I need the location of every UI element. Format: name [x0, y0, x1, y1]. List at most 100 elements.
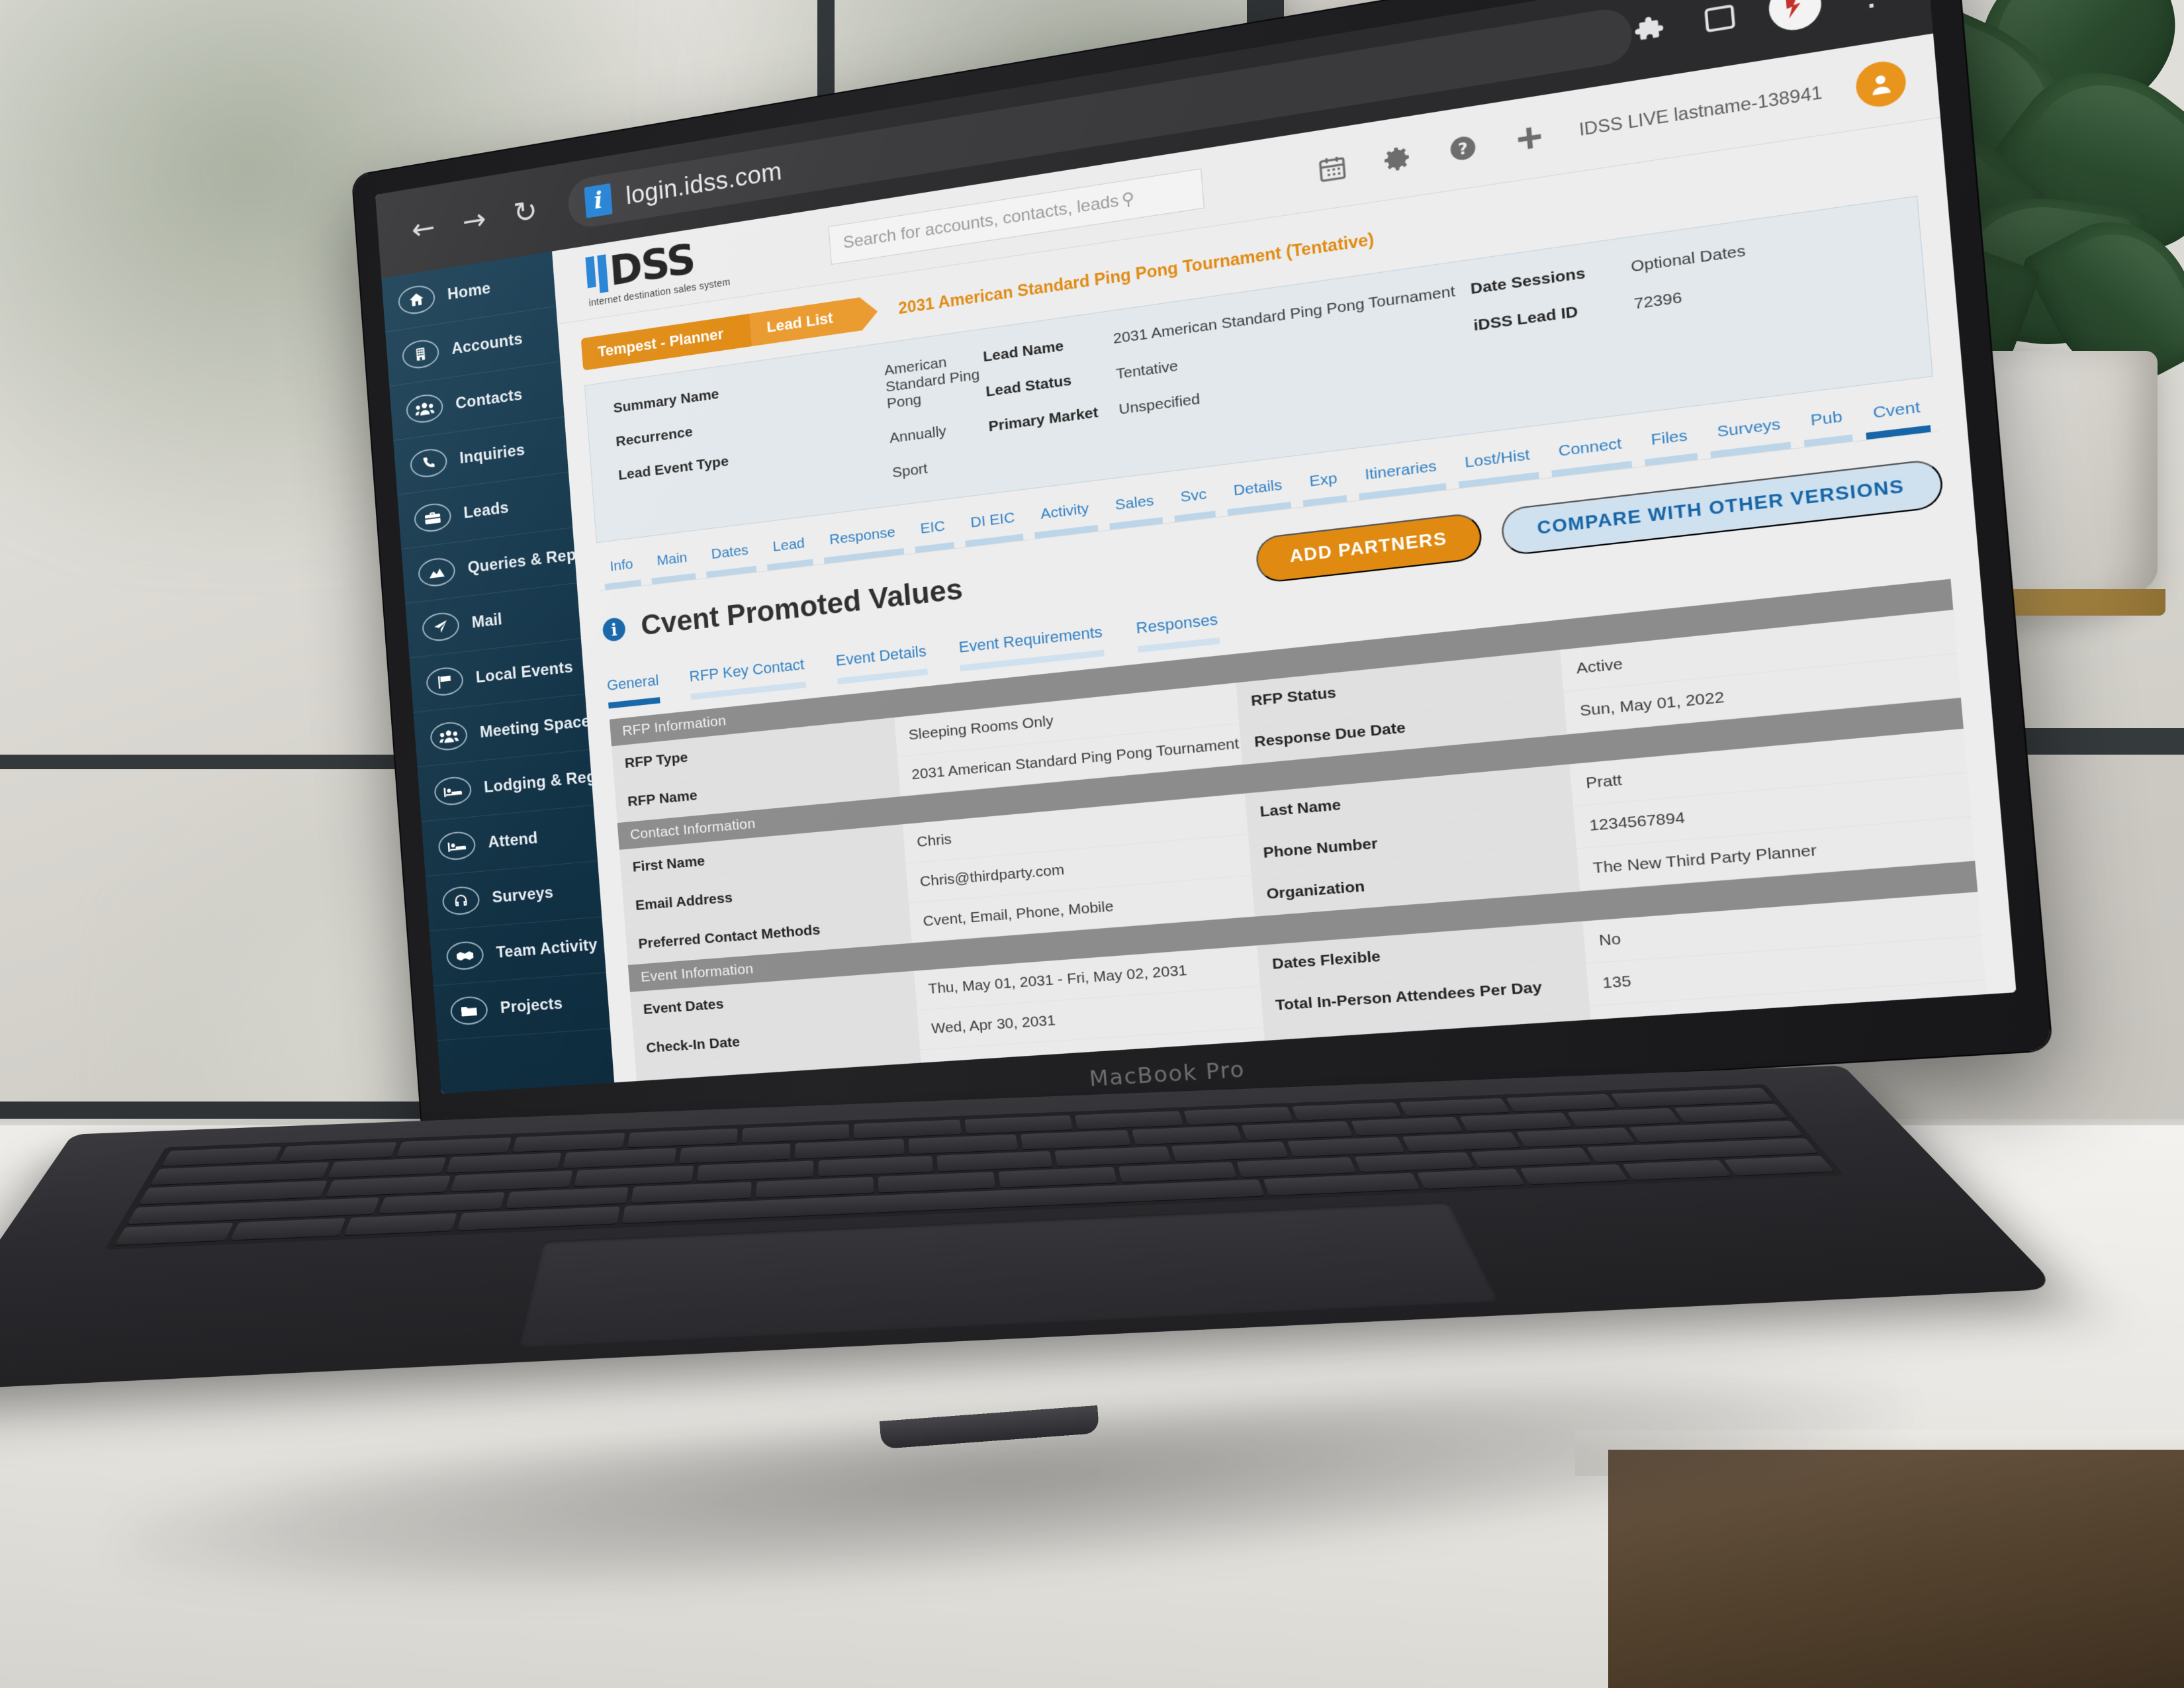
sidebar-item-label: Meeting Space	[479, 712, 591, 742]
subtab-rfp-key-contact[interactable]: RFP Key Contact	[689, 655, 806, 700]
forward-arrow-icon[interactable]: →	[452, 197, 496, 246]
summary-value: 72396	[1633, 289, 1683, 313]
profile-avatar-icon[interactable]	[1766, 0, 1823, 34]
idss-logo: DSS internet destination sales system	[585, 235, 731, 308]
folder-icon	[449, 995, 489, 1026]
breadcrumb-tempest-planner[interactable]: Tempest - Planner	[580, 313, 752, 371]
sidebar-item-label: Contacts	[455, 385, 523, 413]
handshake-icon	[445, 940, 485, 971]
headset-icon	[441, 885, 480, 916]
sidebar-item-label: Projects	[500, 994, 564, 1017]
laptop-lid: ← → ↻ i login.idss.com Home Accounts Con…	[352, 0, 2052, 1146]
summary-label: iDSS Lead ID	[1473, 303, 1579, 335]
tab-label: Activity	[1040, 500, 1090, 523]
tab-dates[interactable]: Dates	[699, 541, 762, 579]
building-icon	[401, 338, 440, 371]
subtab-label: Event Details	[835, 642, 927, 670]
subtab-label: General	[606, 671, 660, 694]
summary-label: Lead Status	[985, 372, 1073, 400]
calendar-icon[interactable]	[1314, 150, 1351, 187]
tab-eic[interactable]: EIC	[907, 516, 960, 553]
back-arrow-icon[interactable]: ←	[402, 205, 445, 253]
tab-label: Lead	[772, 535, 805, 555]
help-icon[interactable]: ?	[1444, 129, 1481, 167]
subtab-general[interactable]: General	[606, 671, 660, 709]
tab-activity[interactable]: Activity	[1027, 498, 1104, 539]
search-icon[interactable]: ⚲	[1121, 188, 1136, 211]
sidebar-item-label: Local Events	[475, 657, 574, 687]
tab-info[interactable]: Info	[598, 555, 647, 590]
summary-label: Lead Name	[982, 338, 1065, 365]
subtab-event-requirements[interactable]: Event Requirements	[958, 623, 1105, 672]
search-placeholder: Search for accounts, contacts, leads	[842, 191, 1120, 252]
add-partners-button[interactable]: ADD PARTNERS	[1254, 512, 1484, 585]
subtab-label: RFP Key Contact	[688, 655, 805, 685]
logo-bars-icon	[585, 254, 609, 295]
tab-label: EIC	[919, 518, 946, 538]
tab-itineraries[interactable]: Itineraries	[1350, 456, 1453, 501]
sidebar-item-label: Surveys	[491, 883, 555, 907]
subtab-responses[interactable]: Responses	[1136, 610, 1220, 653]
puzzle-piece-icon[interactable]	[1632, 9, 1672, 50]
tab-label: Main	[656, 549, 688, 569]
home-icon	[397, 283, 436, 316]
people-icon	[405, 392, 444, 425]
summary-value: Sport	[891, 460, 929, 481]
gear-icon[interactable]	[1379, 140, 1416, 177]
laptop-model-label: MacBook Pro	[1088, 1056, 1246, 1092]
breadcrumb-lead-list[interactable]: Lead List	[749, 297, 862, 347]
tab-files[interactable]: Files	[1635, 425, 1704, 467]
tab-label: Surveys	[1716, 415, 1782, 441]
tab-cvent[interactable]: Cvent	[1857, 397, 1938, 440]
summary-value: American Standard Ping Pong	[884, 353, 980, 412]
paper-plane-icon	[421, 610, 461, 643]
phone-icon	[409, 446, 448, 480]
tab-label: Connect	[1557, 435, 1623, 460]
side-panel-icon[interactable]	[1700, 0, 1741, 39]
summary-value: Annually	[889, 423, 947, 447]
tab-label: Pub	[1809, 408, 1843, 430]
tab-surveys[interactable]: Surveys	[1702, 414, 1797, 459]
sidebar-item-label: Leads	[463, 498, 510, 522]
site-favicon-icon: i	[584, 183, 613, 218]
tab-lost-hist[interactable]: Lost/Hist	[1450, 445, 1546, 489]
tab-label: Sales	[1115, 492, 1155, 514]
sidebar-item-label: Attend	[487, 829, 539, 852]
summary-label: Primary Market	[987, 404, 1099, 435]
subtab-label: Responses	[1135, 610, 1219, 637]
tab-label: Info	[609, 556, 634, 575]
tab-pub[interactable]: Pub	[1795, 406, 1860, 448]
tab-label: Files	[1650, 427, 1688, 449]
tab-lead[interactable]: Lead	[760, 534, 819, 571]
sidebar-item-label: Team Activity	[495, 935, 598, 962]
tab-connect[interactable]: Connect	[1543, 433, 1639, 477]
kebab-menu-icon[interactable]: ⋮	[1850, 0, 1891, 15]
tab-di-eic[interactable]: DI EIC	[957, 508, 1029, 547]
info-icon: i	[602, 616, 627, 643]
tab-main[interactable]: Main	[645, 548, 702, 585]
tab-sales[interactable]: Sales	[1101, 491, 1169, 530]
bed-icon	[433, 775, 473, 807]
summary-label: Date Sessions	[1469, 264, 1586, 298]
user-account-label[interactable]: IDSS LIVE lastname-138941	[1578, 83, 1823, 140]
tab-label: Details	[1232, 477, 1283, 499]
sidebar-item-label: Inquiries	[459, 440, 526, 468]
tab-details[interactable]: Details	[1220, 475, 1298, 517]
sidebar-item-label: Lodging & Reg	[483, 767, 597, 797]
tab-response[interactable]: Response	[817, 522, 910, 564]
chart-icon	[417, 556, 457, 588]
sidebar-item-label: Mail	[471, 610, 503, 632]
subtab-event-details[interactable]: Event Details	[835, 642, 929, 684]
tab-exp[interactable]: Exp	[1295, 468, 1353, 507]
sidebar-item-label: Accounts	[451, 330, 523, 359]
sidebar-item-label: Home	[447, 279, 492, 304]
tab-label: Svc	[1179, 486, 1208, 506]
reload-icon[interactable]: ↻	[503, 188, 547, 237]
user-avatar-icon[interactable]	[1854, 58, 1908, 110]
tab-label: DI EIC	[970, 509, 1016, 531]
plus-icon[interactable]	[1510, 119, 1548, 157]
summary-value: Optional Dates	[1630, 242, 1747, 276]
svg-text:?: ?	[1457, 139, 1469, 160]
tab-svc[interactable]: Svc	[1167, 485, 1222, 523]
tab-label: Itineraries	[1364, 457, 1437, 483]
